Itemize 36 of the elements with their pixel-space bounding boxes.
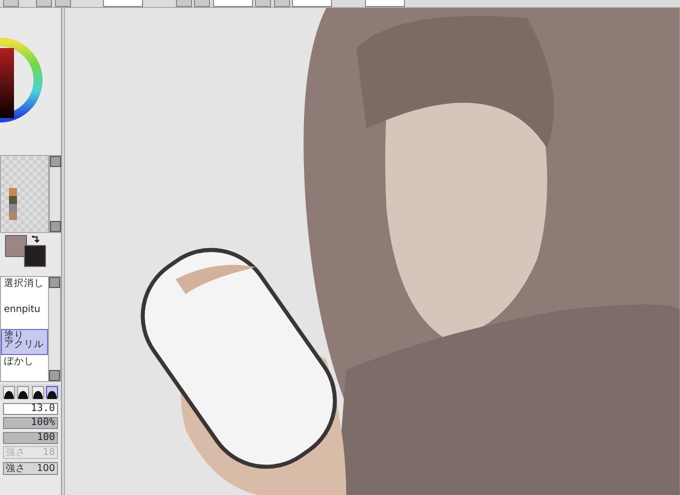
tool-button[interactable]: 選択消し bbox=[1, 276, 48, 302]
strength-slider[interactable]: 強さ 100 bbox=[2, 462, 58, 474]
toolbar-button[interactable] bbox=[54, 0, 70, 7]
toolbar-button[interactable] bbox=[36, 0, 52, 7]
stabilizer-field[interactable] bbox=[364, 0, 404, 7]
brush-shape-button[interactable] bbox=[2, 386, 14, 398]
toolbar-button[interactable] bbox=[176, 0, 192, 7]
toolbar-button[interactable] bbox=[255, 0, 271, 7]
strength-value: 18 bbox=[42, 447, 55, 458]
mode-field[interactable] bbox=[292, 0, 332, 7]
secondary-color[interactable] bbox=[24, 245, 46, 267]
strength-label: 強さ bbox=[6, 447, 26, 458]
tool-button[interactable]: 塗り アクリル bbox=[1, 328, 48, 354]
brush-shape-button[interactable] bbox=[17, 386, 29, 398]
angle-field[interactable] bbox=[212, 0, 252, 7]
slider-value: 100 bbox=[36, 432, 55, 442]
brush-shape-button[interactable] bbox=[32, 386, 44, 398]
tool-button[interactable]: ぼかし bbox=[1, 354, 48, 380]
zoom-field[interactable] bbox=[103, 0, 143, 7]
tool-button[interactable]: ennpitu bbox=[1, 302, 48, 328]
swap-icon[interactable] bbox=[30, 235, 40, 245]
slider-value: 100% bbox=[30, 417, 55, 428]
slider[interactable]: 100% bbox=[2, 417, 58, 429]
slider[interactable]: 100 bbox=[2, 432, 58, 444]
strength-label: 強さ bbox=[6, 462, 26, 474]
strength-value: 100 bbox=[36, 462, 55, 474]
swatch-palette[interactable] bbox=[0, 154, 48, 232]
scrollbar[interactable] bbox=[48, 276, 60, 380]
toolbar-button[interactable] bbox=[2, 0, 18, 7]
brush-shape-button[interactable] bbox=[46, 386, 58, 398]
toolbar-button[interactable] bbox=[194, 0, 210, 7]
color-swatch[interactable] bbox=[9, 188, 17, 196]
brush-size-field[interactable]: 13.0 bbox=[2, 402, 58, 414]
primary-color[interactable] bbox=[5, 235, 27, 257]
scrollbar[interactable] bbox=[48, 154, 60, 232]
toolbar-button[interactable] bbox=[274, 0, 290, 7]
